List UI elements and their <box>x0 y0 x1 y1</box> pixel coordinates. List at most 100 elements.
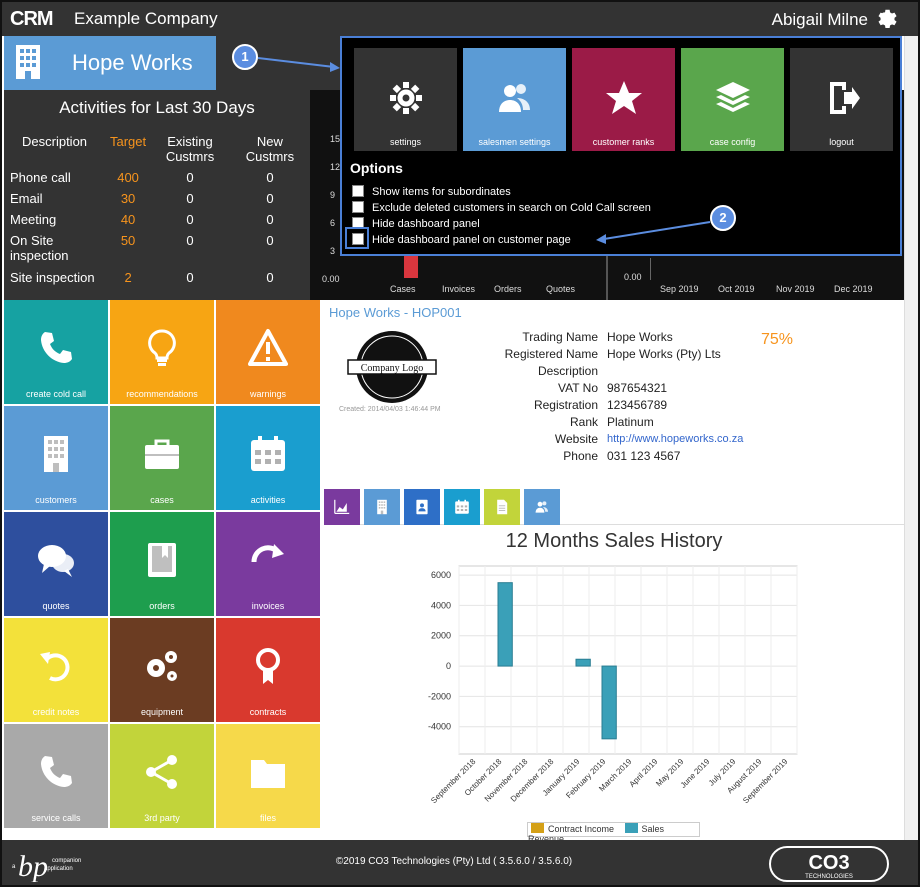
building-icon <box>16 45 40 79</box>
option-checkbox[interactable] <box>352 201 364 213</box>
tile-service-calls[interactable]: service calls <box>4 724 108 828</box>
building-icon <box>377 499 387 515</box>
svg-text:CO3: CO3 <box>808 852 849 874</box>
tile-activities[interactable]: activities <box>216 406 320 510</box>
option-row[interactable]: Hide dashboard panel on customer page <box>352 233 571 246</box>
activity-target: 40 <box>120 212 136 227</box>
activity-new: 0 <box>266 233 274 248</box>
layers-icon <box>716 82 750 112</box>
tab-sales-history[interactable] <box>324 489 360 525</box>
option-checkbox[interactable] <box>352 185 364 197</box>
popup-tile-case-config[interactable]: case config <box>681 48 784 151</box>
sales-revenue-bar <box>575 658 591 667</box>
customer-header[interactable]: Hope Works <box>4 36 216 90</box>
legend-contract-income[interactable]: Contract Income <box>548 824 614 834</box>
tile-invoices[interactable]: invoices <box>216 512 320 616</box>
customer-header-name: Hope Works <box>72 50 193 75</box>
x-tick-label: September 2019 <box>741 757 790 806</box>
bg-left-xtick: Quotes <box>546 284 576 294</box>
field-value: 123456789 <box>607 398 668 412</box>
bg-right-ytick: 0.00 <box>624 272 642 282</box>
footer: a bp companion application ©2019 CO3 Tec… <box>2 840 918 885</box>
user-name[interactable]: Abigail Milne <box>772 10 868 30</box>
tile-orders[interactable]: orders <box>110 512 214 616</box>
y-tick-label: 4000 <box>431 600 451 610</box>
option-row[interactable]: Show items for subordinates <box>352 185 511 198</box>
activity-new: 0 <box>266 191 274 206</box>
tile-equipment[interactable]: equipment <box>110 618 214 722</box>
field-label: Registration <box>533 398 598 412</box>
popup-tile-logout[interactable]: logout <box>790 48 893 151</box>
tile-recommendations[interactable]: recommendations <box>110 300 214 404</box>
tab-contacts[interactable] <box>404 489 440 525</box>
options-title: Options <box>350 160 403 176</box>
popup-tile-salesmen-settings[interactable]: salesmen settings <box>463 48 566 151</box>
tab-salesmen[interactable] <box>524 489 560 525</box>
activity-existing: 0 <box>186 212 194 227</box>
activity-description: Email <box>10 191 43 206</box>
created-date: Created: 2014/04/03 1:46:44 PM <box>339 406 441 413</box>
share-icon <box>146 755 177 789</box>
tab-customer[interactable] <box>364 489 400 525</box>
ribbon-icon <box>256 648 280 684</box>
top-bar: CRM Example Company Abigail Milne <box>2 2 918 36</box>
tile-cases[interactable]: cases <box>110 406 214 510</box>
vertical-scrollbar[interactable] <box>904 36 918 840</box>
tile-label: activities <box>250 495 286 505</box>
callout-1-arrow <box>258 57 340 72</box>
tile-contracts[interactable]: contracts <box>216 618 320 722</box>
field-label: Rank <box>569 415 598 429</box>
popup-tile-label: customer ranks <box>592 137 655 147</box>
website-link[interactable]: http://www.hopeworks.co.za <box>607 433 743 445</box>
legend-swatch-contract-income <box>531 823 544 833</box>
customer-title[interactable]: Hope Works - HOP001 <box>329 305 462 320</box>
chat-icon <box>38 545 74 577</box>
tile-customers[interactable]: customers <box>4 406 108 510</box>
calendar-icon <box>455 499 469 514</box>
tile-files[interactable]: files <box>216 724 320 828</box>
area-chart-icon <box>334 499 350 514</box>
field-value: Hope Works (Pty) Lts <box>607 347 721 361</box>
activity-row: Phone call 400 0 0 <box>10 170 306 191</box>
option-row[interactable]: Hide dashboard panel <box>352 217 480 230</box>
customer-tabs <box>324 489 904 525</box>
bg-right-xtick: Dec 2019 <box>834 284 873 294</box>
calendar-icon <box>251 436 285 471</box>
tile-label: customers <box>35 495 77 505</box>
field-label: Description <box>537 364 598 378</box>
document-icon <box>497 499 508 515</box>
option-label: Hide dashboard panel <box>372 218 480 230</box>
tile-3rd-party[interactable]: 3rd party <box>110 724 214 828</box>
tile-create-cold-call[interactable]: create cold call <box>4 300 108 404</box>
y-tick-label: 0 <box>446 661 451 671</box>
popup-tile-settings[interactable]: settings <box>354 48 457 151</box>
tab-calendar[interactable] <box>444 489 480 525</box>
tile-quotes[interactable]: quotes <box>4 512 108 616</box>
option-label: Show items for subordinates <box>372 186 511 198</box>
gear-icon[interactable] <box>874 6 898 30</box>
activity-description: Meeting <box>10 212 57 227</box>
bg-left-ytick: 3 <box>330 246 336 256</box>
option-row[interactable]: Exclude deleted customers in search on C… <box>352 201 651 214</box>
activity-target: 50 <box>120 233 136 248</box>
tab-documents[interactable] <box>484 489 520 525</box>
activity-target: 400 <box>117 170 139 185</box>
tile-credit-notes[interactable]: credit notes <box>4 618 108 722</box>
tile-label: orders <box>149 601 175 611</box>
field-value: Hope Works <box>607 330 673 344</box>
tile-label: contracts <box>249 707 287 717</box>
tile-warnings[interactable]: warnings <box>216 300 320 404</box>
activity-description: On Site inspection <box>10 233 69 263</box>
sales-history-chart: 6000400020000-2000-4000September 2018Oct… <box>428 565 798 806</box>
field-label: Website <box>554 432 598 446</box>
co3-logo: CO3 TECHNOLOGIES <box>769 846 889 882</box>
tile-label: service calls <box>31 813 81 823</box>
popup-tile-customer-ranks[interactable]: customer ranks <box>572 48 675 151</box>
activities-panel: Activities for Last 30 Days Description … <box>4 90 310 300</box>
bg-left-ytick: 9 <box>330 190 336 200</box>
option-label: Hide dashboard panel on customer page <box>372 234 571 246</box>
crm-logo[interactable]: CRM <box>10 7 64 29</box>
sales-chart-title: 12 Months Sales History <box>505 530 723 552</box>
y-tick-label: 2000 <box>431 631 451 641</box>
activity-existing: 0 <box>186 191 194 206</box>
